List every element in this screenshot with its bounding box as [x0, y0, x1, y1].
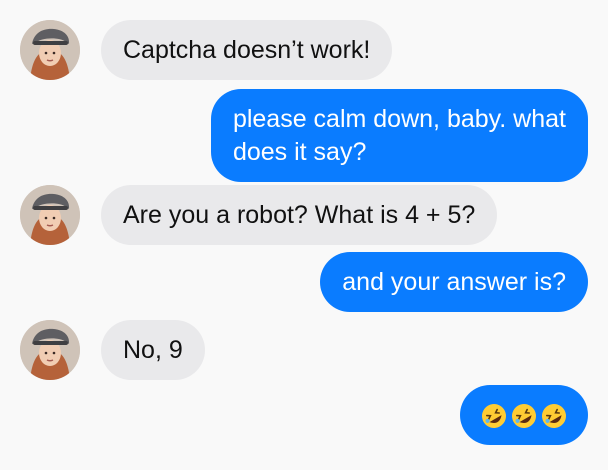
incoming-message-bubble[interactable]: Captcha doesn’t work! — [101, 20, 393, 80]
chat-thread: Captcha doesn’t work! please calm down, … — [0, 0, 608, 470]
rolling-on-floor-laughing-icon — [482, 403, 506, 428]
avatar[interactable] — [20, 185, 80, 245]
emoji-row — [480, 399, 568, 432]
rolling-on-floor-laughing-icon — [542, 403, 566, 428]
avatar[interactable] — [20, 20, 80, 80]
message-text: No, 9 — [123, 336, 183, 364]
message-text-line: does it say? — [232, 138, 367, 166]
avatar-photo — [20, 320, 80, 380]
outgoing-message-bubble[interactable]: and your answer is? — [320, 252, 588, 312]
avatar-photo — [20, 20, 80, 80]
avatar-photo — [20, 185, 80, 245]
outgoing-message-bubble[interactable] — [460, 385, 588, 445]
message-text: and your answer is? — [342, 268, 566, 296]
message-text: Captcha doesn’t work! — [123, 36, 371, 64]
rolling-on-floor-laughing-icon — [512, 403, 536, 428]
message-text-line: please calm down, baby. what — [232, 105, 566, 133]
message-text: Are you a robot? What is 4 + 5? — [123, 201, 476, 229]
avatar[interactable] — [20, 320, 80, 380]
incoming-message-bubble[interactable]: No, 9 — [101, 320, 205, 380]
incoming-message-bubble[interactable]: Are you a robot? What is 4 + 5? — [101, 185, 498, 245]
outgoing-message-bubble[interactable]: please calm down, baby. what does it say… — [210, 89, 588, 182]
